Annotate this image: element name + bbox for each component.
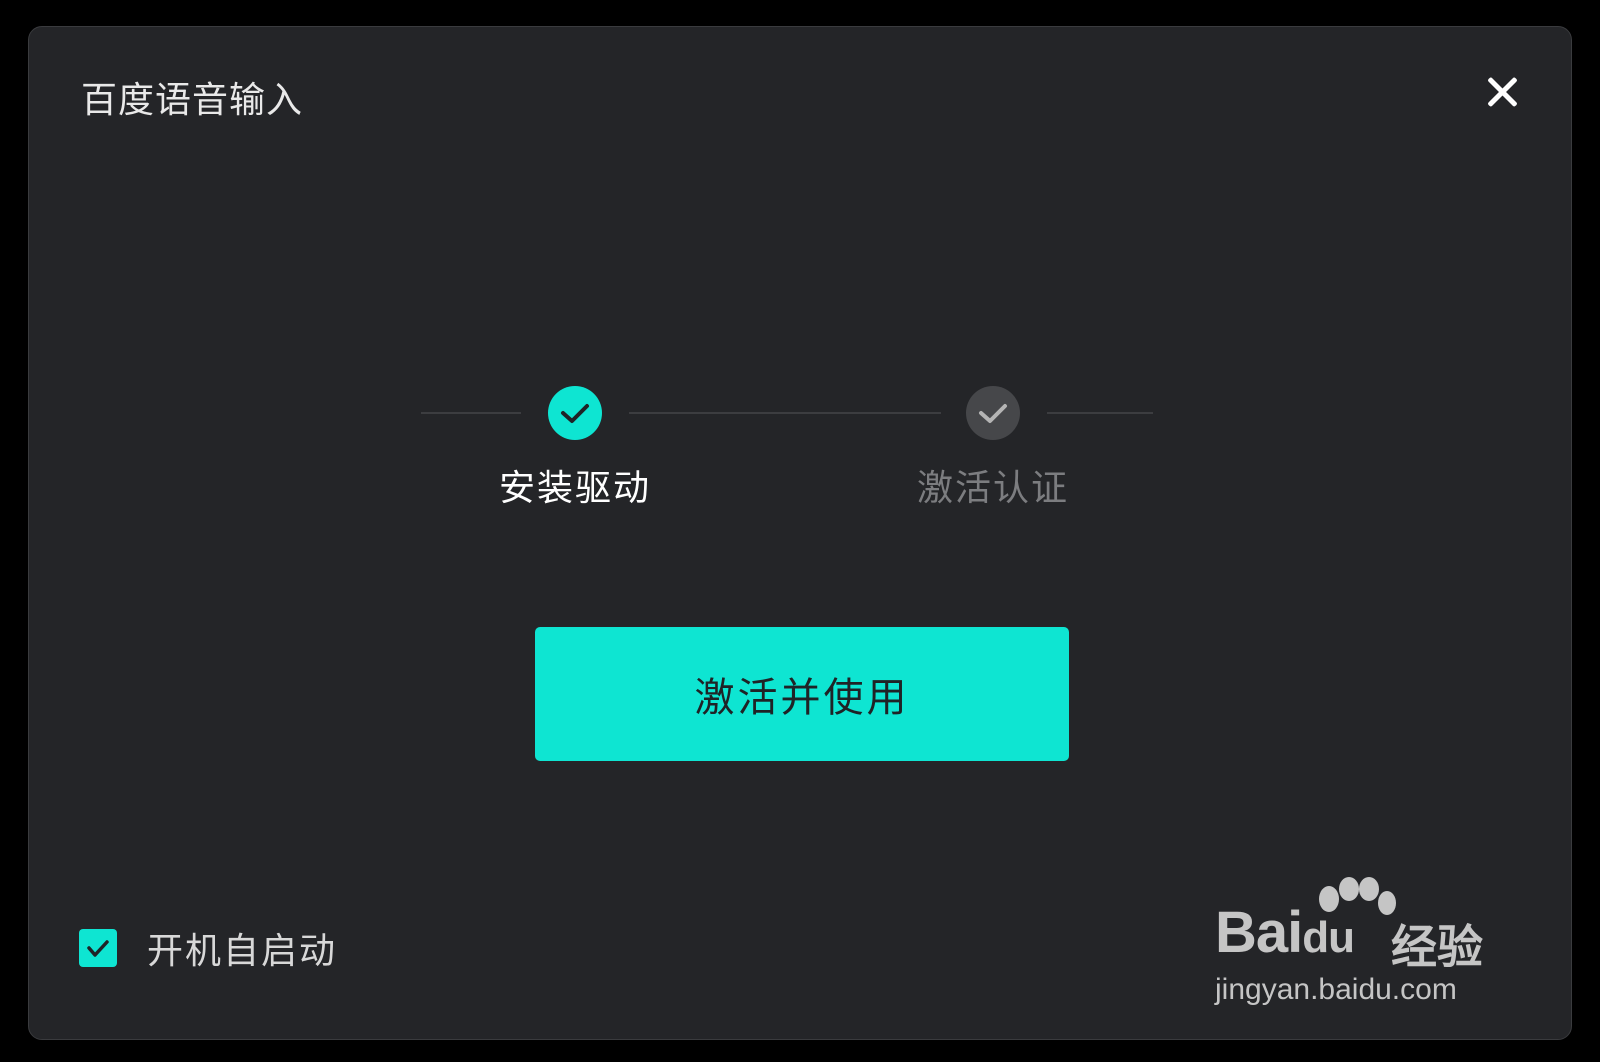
watermark-url: jingyan.baidu.com <box>1215 973 1457 1006</box>
close-icon[interactable] <box>1485 75 1519 109</box>
stepper-line-right <box>1047 412 1153 414</box>
baidu-logo-text: Baidu <box>1215 900 1355 965</box>
activate-and-use-button[interactable]: 激活并使用 <box>535 627 1069 761</box>
dialog-window: 百度语音输入 安装驱动 激活认证 激活并使用 开机自启动 Baidu 经验 ji… <box>28 26 1572 1040</box>
stepper-line-left <box>421 412 521 414</box>
window-title: 百度语音输入 <box>81 80 304 121</box>
step-1-label: 安装驱动 <box>498 468 651 509</box>
jingyan-text: 经验 <box>1391 920 1483 974</box>
autostart-label: 开机自启动 <box>147 931 338 972</box>
step-1-check-icon <box>548 386 602 440</box>
step-2-label: 激活认证 <box>916 468 1069 509</box>
autostart-checkbox[interactable] <box>79 929 117 967</box>
baidu-jingyan-watermark: Baidu 经验 jingyan.baidu.com <box>1215 877 1515 1017</box>
stepper-line-middle <box>629 412 941 414</box>
step-2-check-icon <box>966 386 1020 440</box>
autostart-option[interactable]: 开机自启动 <box>79 922 337 974</box>
